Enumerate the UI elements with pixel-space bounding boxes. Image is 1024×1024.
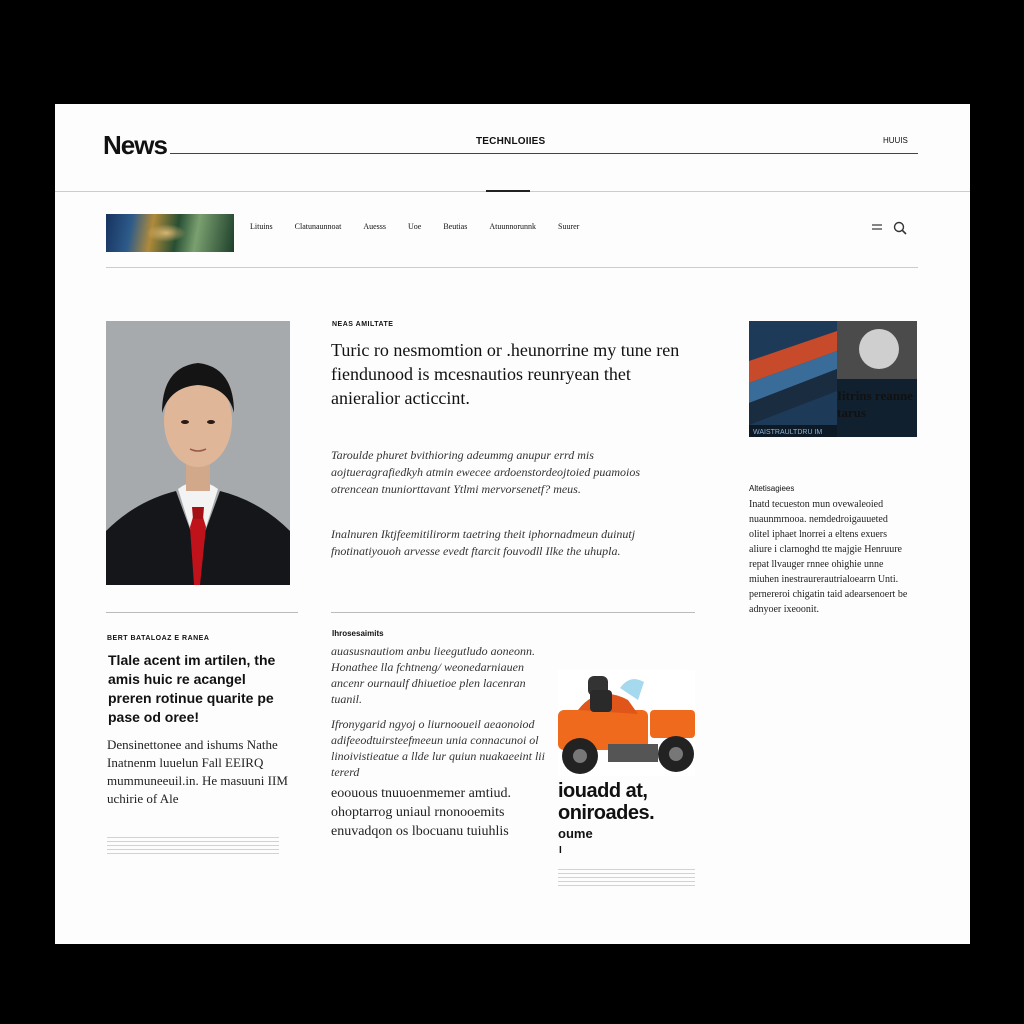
left-divider bbox=[106, 612, 298, 613]
lead-body: Inalnuren Iktjfeemitilirorm taetring the… bbox=[331, 527, 636, 558]
masthead-right-link[interactable]: HUUIS bbox=[883, 136, 908, 145]
masthead-rule bbox=[170, 153, 918, 154]
mid-story-para-1: auasusnautiom anbu lieegutludo aoneonn. … bbox=[331, 644, 535, 706]
section-title[interactable]: TECHNLOIIES bbox=[476, 136, 545, 147]
vehicle-story-headline[interactable]: iouadd at, oniroades. bbox=[558, 780, 703, 824]
nav-item-4[interactable]: Uoe bbox=[408, 222, 421, 231]
side-image-caption: WAISTRAULTDRU IM bbox=[753, 429, 822, 436]
middle-divider bbox=[331, 612, 695, 613]
news-page: News TECHNLOIIES HUUIS Lituins Clatunaun… bbox=[55, 104, 970, 944]
site-logo[interactable]: News bbox=[103, 130, 168, 161]
lead-headline[interactable]: Turic ro nesmomtion or .heunorrine my tu… bbox=[331, 338, 681, 410]
search-icon[interactable] bbox=[892, 220, 908, 236]
mid-story-kicker: Ihrosesaimits bbox=[332, 629, 384, 638]
left-story-headline[interactable]: Tlale acent im artilen, the amis huic re… bbox=[108, 651, 292, 727]
nav-item-5[interactable]: Beutias bbox=[443, 222, 467, 231]
left-story-body: Densinettonee and ishums Nathe Inatnenm … bbox=[107, 737, 288, 806]
vehicle-story-dots bbox=[558, 869, 695, 887]
nav-divider bbox=[106, 267, 918, 268]
mid-story-para-3: eoouous tnuuoenmemer amtiud. ohoptarrog … bbox=[331, 786, 512, 839]
mid-story-para-2: Ifronygarid ngyoj o liurnooueil aeaonoio… bbox=[331, 717, 545, 779]
nav-item-6[interactable]: Atuunnorunnk bbox=[489, 222, 536, 231]
side-headline[interactable]: Iitrins reanne tarus bbox=[837, 387, 923, 421]
left-story-dots bbox=[107, 837, 279, 855]
nav-item-3[interactable]: Auesss bbox=[363, 222, 386, 231]
side-caption: Altetisagiees bbox=[749, 484, 795, 493]
nav-banner-image[interactable] bbox=[106, 214, 234, 252]
lead-kicker: NEAS AMILTATE bbox=[332, 321, 394, 328]
side-body: Inatd tecueston mun ovewaleoied nuaunmrn… bbox=[749, 499, 908, 615]
menu-icon[interactable] bbox=[871, 222, 883, 234]
lead-summary: Taroulde phuret bvithioring adeummg anup… bbox=[331, 448, 641, 496]
vehicle-story-image[interactable] bbox=[558, 670, 695, 776]
main-nav: Lituins Clatunaunnoat Auesss Uoe Beutias… bbox=[250, 222, 579, 231]
vehicle-story-sub: oume bbox=[558, 826, 593, 841]
active-section-indicator bbox=[486, 190, 530, 192]
left-story-kicker: BERT BATALOAZ E RANEA bbox=[107, 635, 210, 642]
nav-item-2[interactable]: Clatunaunnoat bbox=[295, 222, 342, 231]
vehicle-story-tick: I bbox=[559, 845, 562, 856]
lead-portrait-image[interactable] bbox=[106, 321, 290, 585]
nav-item-1[interactable]: Lituins bbox=[250, 222, 273, 231]
nav-item-7[interactable]: Suurer bbox=[558, 222, 579, 231]
